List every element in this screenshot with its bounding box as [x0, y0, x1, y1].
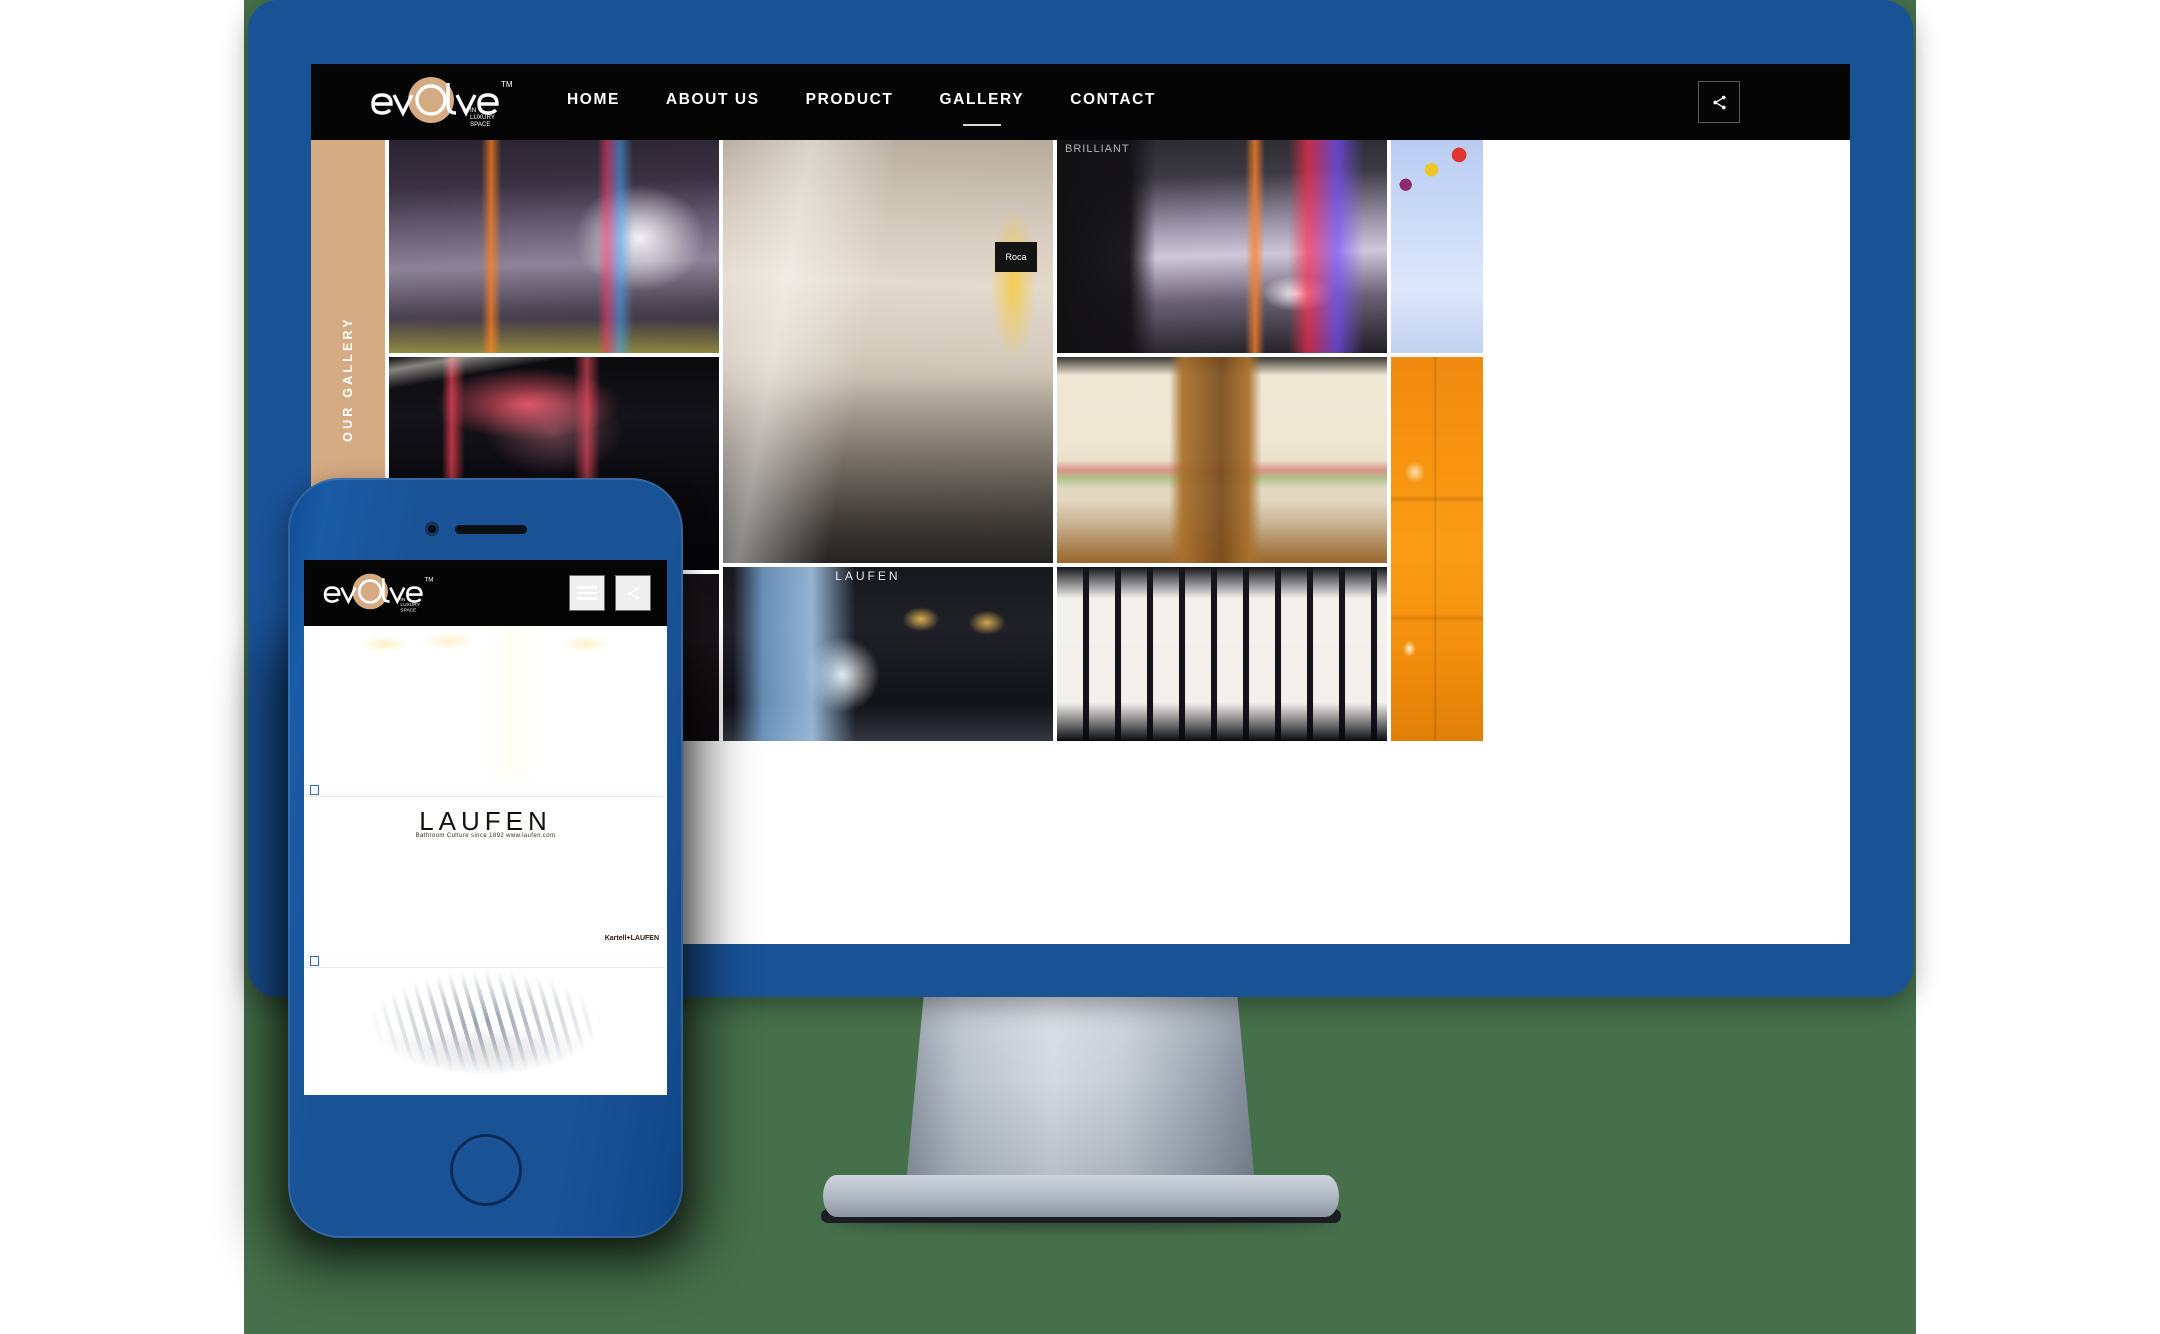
phone-screen: TM IN LUXURY SPACE LAUFEN Bathroom Cultu…: [304, 560, 667, 1095]
gallery-image-sanitary-row: [723, 140, 1053, 563]
laufen-brand-subtext: Bathroom Culture since 1892 www.laufen.c…: [415, 833, 556, 840]
mobile-phone-mockup: TM IN LUXURY SPACE LAUFEN Bathroom Cultu…: [266, 478, 706, 1268]
logo-tm: TM: [424, 576, 433, 583]
nav-item-about-us[interactable]: ABOUT US: [666, 91, 760, 113]
mobile-gallery-item[interactable]: LAUFEN Bathroom Culture since 1892 www.l…: [306, 782, 665, 949]
site-header: TM IN LUXURY SPACE HOME ABOUT US PRODUCT: [311, 64, 1850, 140]
mobile-gallery-item[interactable]: [306, 953, 665, 1095]
mobile-gallery-item[interactable]: [306, 626, 665, 778]
mobile-site-logo[interactable]: TM IN LUXURY SPACE: [322, 571, 440, 615]
laufen-brand-sign: LAUFEN: [835, 569, 901, 583]
roca-brand-sign: Roca: [995, 241, 1037, 272]
phone-front-camera-icon: [425, 522, 439, 536]
brilliant-wall-sign: BRILLIANT: [1065, 143, 1130, 155]
gallery-item[interactable]: BRILLIANT: [1057, 140, 1387, 353]
gallery-item[interactable]: [1057, 567, 1387, 741]
mobile-header-actions: [569, 575, 651, 611]
gallery-item[interactable]: LAUFEN: [723, 567, 1053, 741]
mobile-gallery-image-mirror-bath: [306, 626, 665, 778]
gallery-image-tile-wood: [1057, 357, 1387, 563]
gallery-item[interactable]: [1391, 357, 1483, 741]
main-navigation: HOME ABOUT US PRODUCT GALLERY CONTACT: [567, 91, 1156, 113]
nav-item-contact[interactable]: CONTACT: [1070, 91, 1156, 113]
gallery-item[interactable]: [1391, 140, 1483, 353]
nav-item-home[interactable]: HOME: [567, 91, 620, 113]
hamburger-bar: [577, 586, 597, 589]
mobile-share-button[interactable]: [615, 575, 651, 611]
hamburger-icon: [577, 583, 597, 603]
gallery-item[interactable]: [389, 140, 719, 353]
hamburger-bar: [577, 591, 597, 595]
monitor-stand-base: [822, 1175, 1339, 1217]
gallery-section-label: OUR GALLERY: [341, 316, 355, 442]
mobile-gallery-list: LAUFEN Bathroom Culture since 1892 www.l…: [304, 626, 667, 1095]
gallery-image-faucet-wall: [1057, 567, 1387, 741]
mobile-gallery-image-laufen: LAUFEN Bathroom Culture since 1892 www.l…: [306, 797, 665, 949]
mobile-item-caption-bar: [306, 782, 665, 797]
gallery-image-laufen-dark: [723, 567, 1053, 741]
logo-tagline-line2: LUXURY: [400, 602, 420, 608]
evolve-logo-icon: TM IN LUXURY SPACE: [323, 573, 433, 614]
kartell-laufen-sign: Kartell+LAUFEN: [604, 935, 659, 942]
share-icon: [1712, 95, 1726, 109]
phone-home-button[interactable]: [449, 1134, 522, 1206]
gallery-image-orange-wall: [1391, 357, 1483, 741]
logo-tm: TM: [501, 80, 513, 89]
hamburger-bar: [577, 597, 597, 600]
monitor-stand-neck: [904, 975, 1257, 1200]
phone-earpiece-speaker: [455, 525, 527, 534]
logo-tagline-line3: SPACE: [400, 608, 416, 614]
gallery-image-brilliant: [1057, 140, 1387, 353]
share-icon: [627, 587, 639, 599]
gallery-image-showroom-violet: [389, 140, 719, 353]
logo-tagline-line1: IN: [400, 597, 405, 603]
logo-tagline-line3: SPACE: [470, 121, 491, 128]
logo-tagline-line2: LUXURY: [470, 114, 495, 121]
logo-tagline-line1: IN: [470, 107, 476, 114]
share-button[interactable]: [1698, 81, 1740, 123]
nav-item-product[interactable]: PRODUCT: [806, 91, 894, 113]
gallery-item[interactable]: Roca: [723, 140, 1053, 563]
mobile-menu-button[interactable]: [569, 575, 605, 611]
mobile-item-caption-bar: [306, 953, 665, 968]
gallery-item[interactable]: [1057, 357, 1387, 563]
mobile-gallery-image-ceiling-panel: [306, 968, 665, 1095]
site-logo[interactable]: TM IN LUXURY SPACE: [369, 75, 521, 129]
nav-item-gallery[interactable]: GALLERY: [940, 91, 1025, 113]
screenshot-stage: TM IN LUXURY SPACE HOME ABOUT US PRODUCT: [0, 0, 2160, 1334]
monitor-stand-neck-shading: [904, 975, 1257, 1200]
header-actions: [1698, 81, 1740, 123]
mobile-site-header: TM IN LUXURY SPACE: [304, 560, 667, 626]
evolve-logo-icon: TM IN LUXURY SPACE: [371, 77, 513, 128]
gallery-image-blue-fittings: [1391, 140, 1483, 353]
laufen-brand-text: LAUFEN: [419, 806, 552, 837]
